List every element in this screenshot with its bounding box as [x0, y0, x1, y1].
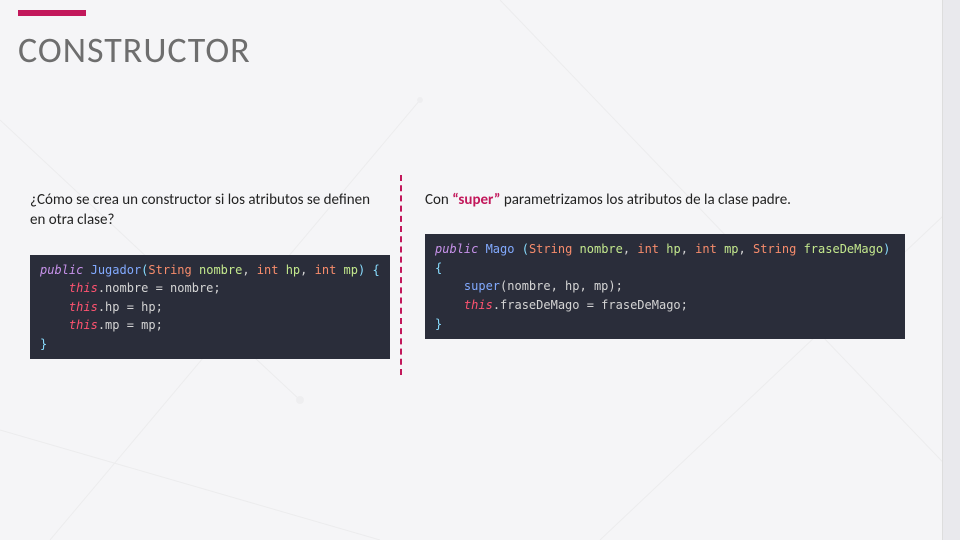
caption-post: parametrizamos los atributos de la clase…: [500, 191, 790, 209]
comma: ,: [623, 242, 637, 256]
brace-close: }: [40, 337, 47, 351]
type-int: int: [315, 263, 337, 277]
assign-frase: .fraseDeMago = fraseDeMago;: [493, 298, 688, 312]
param-nombre: nombre: [572, 242, 623, 256]
param-nombre: nombre: [192, 263, 243, 277]
paren-open: (: [522, 242, 529, 256]
vertical-divider: [400, 175, 402, 375]
slide-title: CONSTRUCTOR: [18, 28, 251, 72]
param-frase: fraseDeMago: [796, 242, 883, 256]
type-string: String: [148, 263, 191, 277]
code-jugador: public Jugador(String nombre, int hp, in…: [30, 255, 390, 360]
brace-open: {: [365, 263, 379, 277]
param-mp: mp: [717, 242, 739, 256]
assign-mp: .mp = mp;: [98, 318, 163, 332]
type-string: String: [529, 242, 572, 256]
super-args: (nombre, hp, mp);: [500, 279, 623, 293]
caption-pre: Con: [425, 191, 452, 209]
comma: ,: [300, 263, 314, 277]
brace-close: }: [435, 317, 442, 331]
assign-hp: .hp = hp;: [98, 300, 163, 314]
param-hp: hp: [659, 242, 681, 256]
ctor-name: Jugador: [91, 263, 142, 277]
paren-close: ): [883, 242, 890, 256]
param-hp: hp: [278, 263, 300, 277]
assign-nombre: .nombre = nombre;: [98, 281, 221, 295]
title-accent-bar: [18, 10, 86, 16]
type-int: int: [637, 242, 659, 256]
type-int: int: [257, 263, 279, 277]
type-string: String: [753, 242, 796, 256]
param-mp: mp: [336, 263, 358, 277]
ctor-name: Mago: [478, 242, 521, 256]
right-caption: Con “super” parametrizamos los atributos…: [425, 190, 930, 210]
comma: ,: [739, 242, 753, 256]
keyword-this: this: [69, 318, 98, 332]
comma: ,: [242, 263, 256, 277]
keyword-this: this: [464, 298, 493, 312]
left-column: ¿Cómo se crea un constructor si los atri…: [30, 190, 385, 359]
caption-super: “super”: [452, 191, 500, 209]
scrollbar-gutter: [942, 0, 960, 540]
comma: ,: [681, 242, 695, 256]
call-super: super: [464, 279, 500, 293]
brace-open: {: [435, 261, 442, 275]
right-column: Con “super” parametrizamos los atributos…: [425, 190, 930, 339]
keyword-this: this: [69, 300, 98, 314]
keyword-this: this: [69, 281, 98, 295]
left-question: ¿Cómo se crea un constructor si los atri…: [30, 190, 385, 231]
keyword-public: public: [435, 242, 478, 256]
keyword-public: public: [40, 263, 83, 277]
type-int: int: [695, 242, 717, 256]
code-mago: public Mago (String nombre, int hp, int …: [425, 234, 905, 339]
